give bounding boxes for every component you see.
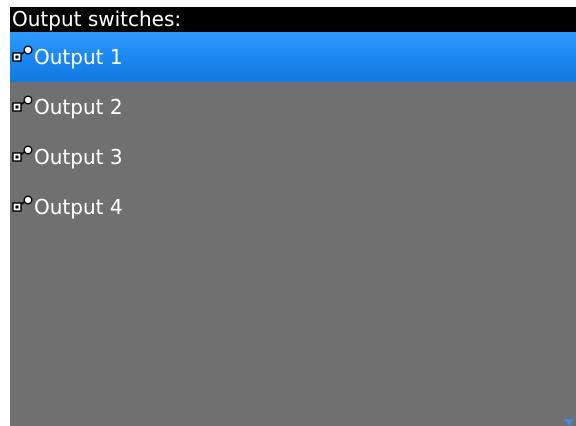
list-item-output-2[interactable]: Output 2 <box>10 82 576 132</box>
list-item-label: Output 3 <box>34 145 123 169</box>
list-item-output-4[interactable]: Output 4 <box>10 182 576 232</box>
key-lock-icon <box>12 45 33 62</box>
key-lock-icon <box>12 145 33 162</box>
list-item-output-3[interactable]: Output 3 <box>10 132 576 182</box>
key-lock-icon <box>12 195 33 212</box>
screen-title: Output switches: <box>10 7 576 32</box>
output-switch-list: Output 1 Output 2 Output 3 Output 4 <box>10 32 576 232</box>
list-item-label: Output 2 <box>34 95 123 119</box>
scroll-down-arrow-icon[interactable] <box>564 419 574 426</box>
list-item-output-1[interactable]: Output 1 <box>10 32 576 82</box>
screen: Output switches: Output 1 Output 2 Outpu… <box>10 7 576 426</box>
list-item-label: Output 1 <box>34 45 123 69</box>
list-item-label: Output 4 <box>34 195 123 219</box>
key-lock-icon <box>12 95 33 112</box>
